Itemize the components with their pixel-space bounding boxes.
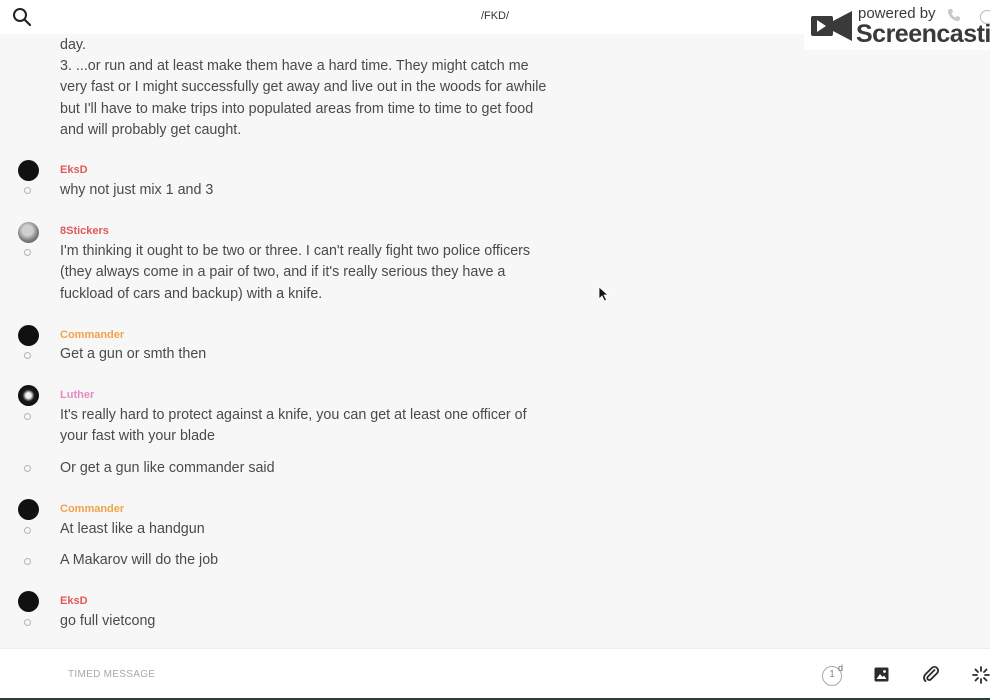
- clock-icon: [24, 619, 31, 626]
- message-author[interactable]: 8Stickers: [60, 225, 109, 237]
- phone-icon[interactable]: [947, 8, 961, 22]
- clock-icon: [24, 465, 31, 472]
- avatar[interactable]: [18, 591, 39, 612]
- message-text: 3. ...or run and at least make them have…: [60, 58, 547, 138]
- message-text: Or get a gun like commander said: [60, 460, 275, 476]
- avatar[interactable]: [18, 385, 39, 406]
- message-text: At least like a handgun: [60, 521, 205, 537]
- message-feed[interactable]: day. 3. ...or run and at least make them…: [0, 34, 990, 648]
- message-text: A Makarov will do the job: [60, 552, 219, 568]
- message-author[interactable]: Luther: [60, 389, 94, 401]
- clock-icon: [24, 527, 31, 534]
- clock-icon: [24, 187, 31, 194]
- clock-icon: [24, 413, 31, 420]
- message-input[interactable]: TIMED MESSAGE: [68, 669, 155, 680]
- sparkle-icon[interactable]: [972, 666, 990, 684]
- avatar[interactable]: [18, 222, 39, 243]
- message-text: Get a gun or smth then: [60, 346, 207, 362]
- message-text: go full vietcong: [60, 613, 156, 629]
- message-author[interactable]: EksD: [60, 164, 88, 176]
- message-author[interactable]: Commander: [60, 503, 124, 515]
- avatar[interactable]: [18, 160, 39, 181]
- message-text: day.: [60, 37, 86, 53]
- clock-icon: [24, 249, 31, 256]
- message-author[interactable]: Commander: [60, 329, 124, 341]
- clock-icon: [24, 352, 31, 359]
- image-icon[interactable]: [874, 667, 889, 682]
- message-author[interactable]: EksD: [60, 595, 88, 607]
- message-text: why not just mix 1 and 3: [60, 182, 214, 198]
- timer-unit: d: [838, 663, 844, 673]
- avatar[interactable]: [18, 499, 39, 520]
- attachment-icon[interactable]: [922, 665, 940, 683]
- message-composer[interactable]: TIMED MESSAGE 1 d: [0, 648, 990, 699]
- clock-icon: [24, 558, 31, 565]
- mouse-cursor-icon: [598, 286, 610, 302]
- message-text: It's really hard to protect against a kn…: [60, 407, 527, 445]
- info-icon[interactable]: [980, 10, 990, 24]
- avatar[interactable]: [18, 325, 39, 346]
- message-text: I'm thinking it ought to be two or three…: [60, 243, 531, 302]
